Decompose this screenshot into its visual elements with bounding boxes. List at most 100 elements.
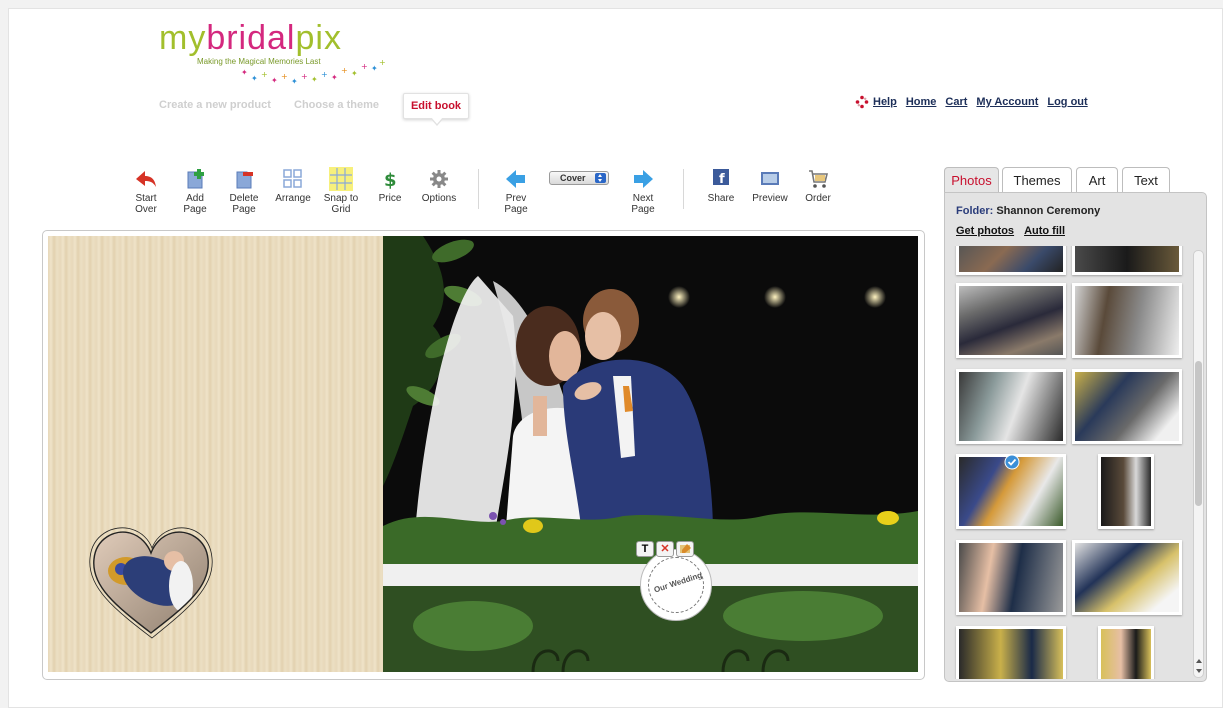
left-page-parchment-background[interactable]	[48, 236, 383, 672]
photos-panel: Folder: Shannon Ceremony Get photos Auto…	[944, 192, 1207, 682]
photo-thumbnail-selected[interactable]	[956, 454, 1066, 529]
folder-label: Folder:	[956, 205, 994, 217]
stamp-toolbar: T ✕	[636, 541, 694, 557]
svg-text:+: +	[361, 62, 368, 71]
start-over-button[interactable]: Start Over	[118, 167, 174, 215]
folder-name: Folder: Shannon Ceremony	[956, 205, 1100, 217]
panel-actions: Get photos Auto fill	[956, 225, 1065, 237]
step-create-product[interactable]: Create a new product	[159, 99, 271, 111]
toolbar-separator	[478, 169, 479, 209]
add-page-button[interactable]: Add Page	[167, 167, 223, 215]
order-button[interactable]: Order	[790, 167, 846, 204]
delete-page-icon	[236, 171, 253, 189]
dollar-icon: $	[384, 170, 397, 191]
gear-icon	[430, 170, 448, 188]
photo-thumbnail[interactable]	[1098, 626, 1154, 679]
thumbnail-scrollbar[interactable]	[1193, 250, 1204, 678]
options-button[interactable]: Options	[411, 167, 467, 204]
add-page-icon	[187, 169, 204, 189]
svg-text:f: f	[719, 172, 725, 187]
my-account-link[interactable]: My Account	[976, 96, 1038, 108]
grid-icon	[329, 167, 353, 191]
step-pointer	[430, 117, 444, 126]
svg-text:✦: ✦	[291, 77, 298, 86]
prev-page-button[interactable]: Prev Page	[488, 167, 544, 215]
home-link[interactable]: Home	[906, 96, 937, 108]
step-choose-theme[interactable]: Choose a theme	[294, 99, 379, 111]
toolbar-separator	[683, 169, 684, 209]
svg-text:✦: ✦	[241, 68, 248, 77]
shopping-cart-icon	[809, 170, 829, 188]
arrow-left-icon	[506, 170, 525, 188]
scrollbar-thumb[interactable]	[1195, 361, 1202, 506]
help-lifebuoy-icon	[855, 95, 869, 109]
photo-thumbnail[interactable]	[1072, 369, 1182, 444]
arrange-grid-icon	[283, 169, 302, 188]
svg-text:+: +	[281, 72, 288, 81]
scroll-down-arrow-icon[interactable]	[1196, 669, 1202, 673]
get-photos-link[interactable]: Get photos	[956, 225, 1014, 237]
our-wedding-stamp[interactable]: Our Wedding T ✕	[636, 541, 716, 621]
stamp-edit-button[interactable]	[676, 541, 694, 557]
photo-thumbnail[interactable]	[956, 246, 1066, 275]
tab-photos[interactable]: Photos	[944, 167, 999, 193]
snap-to-grid-button[interactable]: Snap to Grid	[313, 167, 369, 215]
sparkle-trail-icon: ✦✦ +✦ +✦ + ✦ + ✦ + ✦ + ✦ +	[241, 58, 386, 86]
cart-link[interactable]: Cart	[945, 96, 967, 108]
right-page-cover-photo[interactable]: Our Wedding T ✕	[383, 236, 918, 672]
share-button[interactable]: f Share	[693, 167, 749, 204]
logo-wordmark-part: bridal	[206, 19, 296, 57]
brand-logo[interactable]: mybridalpix Making the Magical Memories …	[159, 19, 399, 89]
pencil-icon	[680, 544, 691, 553]
page-select-value: Cover	[560, 173, 586, 183]
tab-art[interactable]: Art	[1076, 167, 1118, 193]
svg-text:+: +	[301, 72, 308, 81]
photo-thumbnail[interactable]	[1072, 246, 1182, 275]
svg-text:+: +	[341, 66, 348, 75]
next-page-button[interactable]: Next Page	[615, 167, 671, 215]
svg-text:✦: ✦	[331, 73, 338, 82]
logo-wordmark-part: pix	[295, 19, 342, 57]
help-link[interactable]: Help	[873, 96, 897, 108]
step-edit-book[interactable]: Edit book	[403, 93, 469, 126]
logo-wordmark: mybridalpix	[159, 19, 342, 58]
svg-text:✦: ✦	[251, 74, 258, 83]
auto-fill-link[interactable]: Auto fill	[1024, 225, 1065, 237]
photo-thumbnail[interactable]	[1072, 283, 1182, 358]
logout-link[interactable]: Log out	[1047, 96, 1087, 108]
facebook-icon: f	[713, 169, 729, 187]
top-nav: Help Home Cart My Account Log out	[855, 94, 1088, 110]
delete-page-button[interactable]: Delete Page	[216, 167, 272, 215]
photo-thumbnail[interactable]	[956, 369, 1066, 444]
preview-icon	[761, 172, 779, 185]
tab-text[interactable]: Text	[1122, 167, 1170, 193]
page-select-dropdown[interactable]: Cover	[549, 171, 609, 185]
tab-themes[interactable]: Themes	[1002, 167, 1072, 193]
photo-thumbnail-grid[interactable]	[951, 246, 1191, 679]
svg-text:$: $	[384, 170, 397, 191]
folder-value: Shannon Ceremony	[996, 205, 1101, 217]
heart-frame-photo[interactable]	[86, 521, 216, 641]
step-edit-book-label: Edit book	[410, 100, 462, 112]
svg-text:+: +	[379, 58, 386, 67]
book-spread-canvas[interactable]: Our Wedding T ✕	[42, 230, 925, 680]
select-arrows-icon	[595, 173, 606, 183]
arrow-right-icon	[634, 170, 653, 188]
stamp-text-tool-button[interactable]: T	[636, 541, 654, 557]
photo-thumbnail[interactable]	[956, 540, 1066, 615]
stamp-delete-button[interactable]: ✕	[656, 541, 674, 557]
selected-checkmark-icon	[1004, 454, 1020, 470]
svg-text:✦: ✦	[371, 64, 378, 73]
price-button[interactable]: $ Price	[362, 167, 418, 204]
app-page: mybridalpix Making the Magical Memories …	[8, 8, 1223, 708]
undo-arrow-icon	[136, 171, 156, 187]
photo-thumbnail[interactable]	[1072, 540, 1182, 615]
svg-text:✦: ✦	[271, 76, 278, 85]
svg-text:+: +	[261, 70, 268, 79]
svg-text:✦: ✦	[351, 69, 358, 78]
photo-thumbnail[interactable]	[956, 626, 1066, 679]
photo-thumbnail[interactable]	[956, 283, 1066, 358]
svg-text:+: +	[321, 70, 328, 79]
scroll-up-arrow-icon[interactable]	[1196, 659, 1202, 663]
photo-thumbnail[interactable]	[1098, 454, 1154, 529]
